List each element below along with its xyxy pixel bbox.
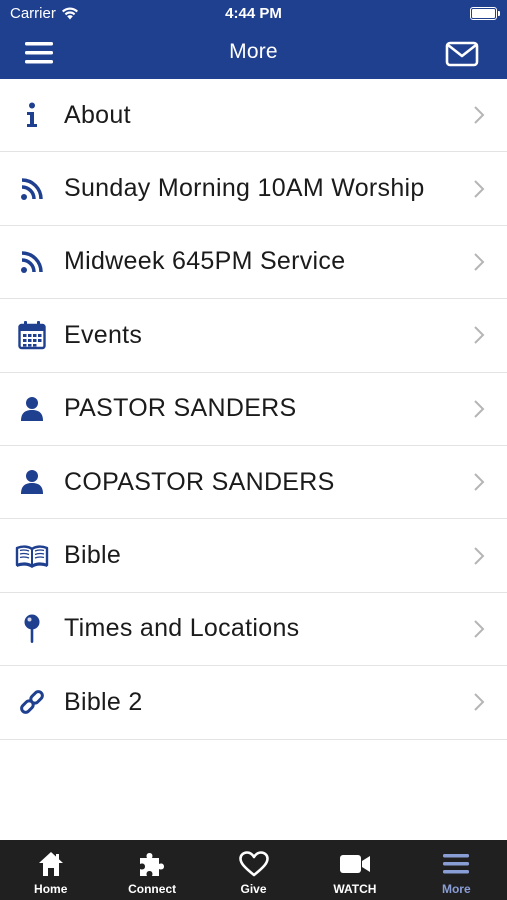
battery-icon [470, 7, 500, 20]
menu-item-bible[interactable]: Bible [0, 519, 507, 593]
menu-item-label: Bible [64, 541, 122, 570]
map-pin-icon [0, 614, 64, 644]
calendar-icon [0, 320, 64, 350]
menu-item-label: About [64, 100, 131, 129]
menu-list: About Sunday Morning 10AM Worship Midwee… [0, 79, 507, 740]
menu-item-bible-2[interactable]: Bible 2 [0, 666, 507, 740]
nav-bar: More [0, 28, 507, 79]
menu-item-copastor-sanders[interactable]: COPASTOR SANDERS [0, 445, 507, 520]
tab-bar: Home Connect Give WATCH More [0, 840, 507, 900]
tab-label: Connect [128, 882, 177, 896]
rss-icon [0, 177, 64, 201]
chevron-right-icon [474, 106, 485, 124]
book-icon [0, 544, 64, 568]
heart-icon [238, 851, 269, 877]
chevron-right-icon [474, 400, 485, 418]
menu-item-label: Bible 2 [64, 687, 143, 716]
chevron-right-icon [474, 179, 485, 198]
info-icon [0, 102, 64, 128]
tab-home[interactable]: Home [0, 840, 101, 900]
menu-item-label: Events [64, 320, 143, 349]
menu-item-label: Sunday Morning 10AM Worship [64, 174, 425, 203]
menu-item-label: PASTOR SANDERS [64, 394, 297, 423]
tab-label: Home [34, 882, 68, 896]
chevron-right-icon [474, 620, 485, 638]
menu-item-label: COPASTOR SANDERS [64, 467, 335, 496]
user-icon [0, 469, 64, 495]
mail-button[interactable] [445, 40, 479, 68]
menu-item-times-locations[interactable]: Times and Locations [0, 592, 507, 667]
page-title: More [229, 40, 278, 63]
home-icon [38, 852, 63, 876]
chevron-right-icon [474, 693, 485, 712]
rss-icon [0, 250, 64, 274]
menu-item-label: Times and Locations [64, 614, 300, 643]
link-icon [0, 688, 64, 716]
envelope-icon [445, 41, 479, 67]
tab-label: More [441, 882, 471, 896]
tab-more[interactable]: More [406, 840, 507, 900]
video-camera-icon [339, 855, 370, 873]
menu-item-about[interactable]: About [0, 79, 507, 153]
status-time: 4:44 PM [225, 5, 282, 22]
menu-item-label: Midweek 645PM Service [64, 247, 346, 276]
chevron-right-icon [474, 546, 485, 565]
menu-item-events[interactable]: Events [0, 299, 507, 373]
tab-watch[interactable]: WATCH [304, 840, 405, 900]
menu-item-sunday-worship[interactable]: Sunday Morning 10AM Worship [0, 152, 507, 226]
menu-item-midweek-service[interactable]: Midweek 645PM Service [0, 225, 507, 300]
tab-connect[interactable]: Connect [101, 840, 202, 900]
chevron-right-icon [474, 473, 485, 491]
user-icon [0, 396, 64, 422]
tab-label: WATCH [333, 882, 377, 896]
chevron-right-icon [474, 326, 485, 345]
tab-give[interactable]: Give [203, 840, 304, 900]
menu-icon [443, 854, 470, 874]
menu-item-pastor-sanders[interactable]: PASTOR SANDERS [0, 372, 507, 446]
chevron-right-icon [474, 253, 485, 271]
status-bar: Carrier 4:44 PM [0, 0, 507, 28]
tab-label: Give [240, 882, 267, 896]
app-header: Carrier 4:44 PM More [0, 0, 507, 79]
puzzle-icon [140, 853, 165, 876]
